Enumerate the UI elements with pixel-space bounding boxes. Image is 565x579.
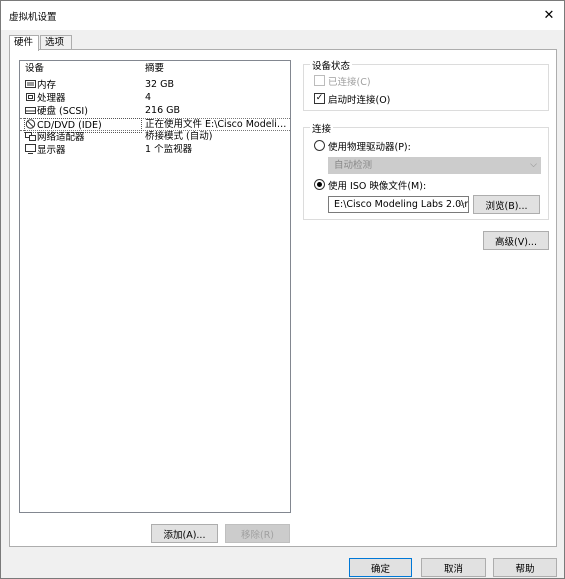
physical-drive-value: 自动检测 xyxy=(334,160,373,171)
device-row-hard-disk[interactable]: 硬盘 (SCSI) 216 GB xyxy=(20,105,290,118)
connection-title: 连接 xyxy=(310,121,334,135)
device-row-network-adapter[interactable]: 网络适配器 桥接模式 (自动) xyxy=(20,131,290,144)
device-summary: 正在使用文件 E:\Cisco Modelin... xyxy=(145,119,289,130)
close-icon: ✕ xyxy=(543,8,555,23)
vm-settings-window: 虚拟机设置 ✕ 硬件 选项 设备 摘要 内存 32 GB 处理器 4 硬盘 (S… xyxy=(0,0,565,579)
browse-button[interactable]: 浏览(B)... xyxy=(473,195,540,214)
column-header-device[interactable]: 设备 xyxy=(25,63,141,75)
network-adapter-icon xyxy=(25,132,36,141)
device-summary: 216 GB xyxy=(145,105,181,116)
device-name: 显示器 xyxy=(37,145,66,156)
iso-path-select[interactable]: E:\Cisco Modeling Labs 2.0\r ⌵ xyxy=(328,196,469,213)
add-device-button[interactable]: 添加(A)... xyxy=(151,524,218,543)
memory-icon xyxy=(25,80,36,88)
connect-at-power-on-checkbox[interactable]: ✓ xyxy=(314,93,325,104)
physical-drive-radio[interactable] xyxy=(314,140,325,151)
ok-button[interactable]: 确定 xyxy=(349,558,412,577)
device-row-memory[interactable]: 内存 32 GB xyxy=(20,79,290,92)
physical-drive-label: 使用物理驱动器(P): xyxy=(328,142,411,153)
iso-path-value: E:\Cisco Modeling Labs 2.0\r xyxy=(334,199,469,210)
remove-device-button[interactable]: 移除(R) xyxy=(225,524,290,543)
column-header-summary[interactable]: 摘要 xyxy=(145,63,289,75)
hard-disk-icon xyxy=(25,107,36,114)
window-title: 虚拟机设置 xyxy=(9,12,57,23)
tab-options[interactable]: 选项 xyxy=(40,35,72,50)
radio-selected-dot xyxy=(317,182,322,187)
device-name: 网络适配器 xyxy=(37,132,85,143)
checkmark-icon: ✓ xyxy=(315,93,324,103)
hardware-panel: 设备 摘要 内存 32 GB 处理器 4 硬盘 (SCSI) 216 GB CD… xyxy=(9,49,557,547)
device-status-group: 设备状态 已连接(C) ✓ 启动时连接(O) xyxy=(303,58,549,111)
chevron-down-icon: ⌵ xyxy=(458,199,465,209)
device-name: 处理器 xyxy=(37,93,66,104)
connected-checkbox[interactable] xyxy=(314,75,325,86)
cd-dvd-icon xyxy=(25,119,36,129)
cancel-button[interactable]: 取消 xyxy=(421,558,486,577)
connection-group: 连接 使用物理驱动器(P): 自动检测 ⌵ 使用 ISO 映像文件(M): E:… xyxy=(303,121,549,220)
device-name: CD/DVD (IDE) xyxy=(37,120,102,131)
title-bar: 虚拟机设置 ✕ xyxy=(1,1,564,30)
device-row-processor[interactable]: 处理器 4 xyxy=(20,92,290,105)
device-summary: 1 个监视器 xyxy=(145,144,193,155)
device-name: 内存 xyxy=(37,80,57,91)
device-name: 硬盘 (SCSI) xyxy=(37,106,88,117)
advanced-button[interactable]: 高级(V)... xyxy=(483,231,549,250)
tab-hardware[interactable]: 硬件 xyxy=(9,35,39,51)
tab-strip: 硬件 选项 xyxy=(9,35,557,51)
device-row-cd-dvd[interactable]: CD/DVD (IDE) 正在使用文件 E:\Cisco Modelin... xyxy=(20,118,290,133)
chevron-down-icon: ⌵ xyxy=(530,160,537,170)
device-list[interactable]: 设备 摘要 内存 32 GB 处理器 4 硬盘 (SCSI) 216 GB CD… xyxy=(19,60,291,513)
connected-label: 已连接(C) xyxy=(328,77,371,88)
cpu-icon xyxy=(26,93,35,101)
connect-at-power-on-label: 启动时连接(O) xyxy=(328,95,391,106)
physical-drive-select[interactable]: 自动检测 ⌵ xyxy=(328,157,541,174)
device-list-header: 设备 摘要 xyxy=(20,63,290,76)
device-summary: 4 xyxy=(145,92,152,103)
device-row-display[interactable]: 显示器 1 个监视器 xyxy=(20,144,290,157)
iso-image-label: 使用 ISO 映像文件(M): xyxy=(328,181,427,192)
close-button[interactable]: ✕ xyxy=(534,1,564,30)
device-summary: 32 GB xyxy=(145,79,174,90)
help-button[interactable]: 帮助 xyxy=(493,558,557,577)
iso-image-radio[interactable] xyxy=(314,179,325,190)
device-status-title: 设备状态 xyxy=(310,58,353,72)
display-icon xyxy=(25,144,36,154)
device-summary: 桥接模式 (自动) xyxy=(145,131,213,142)
